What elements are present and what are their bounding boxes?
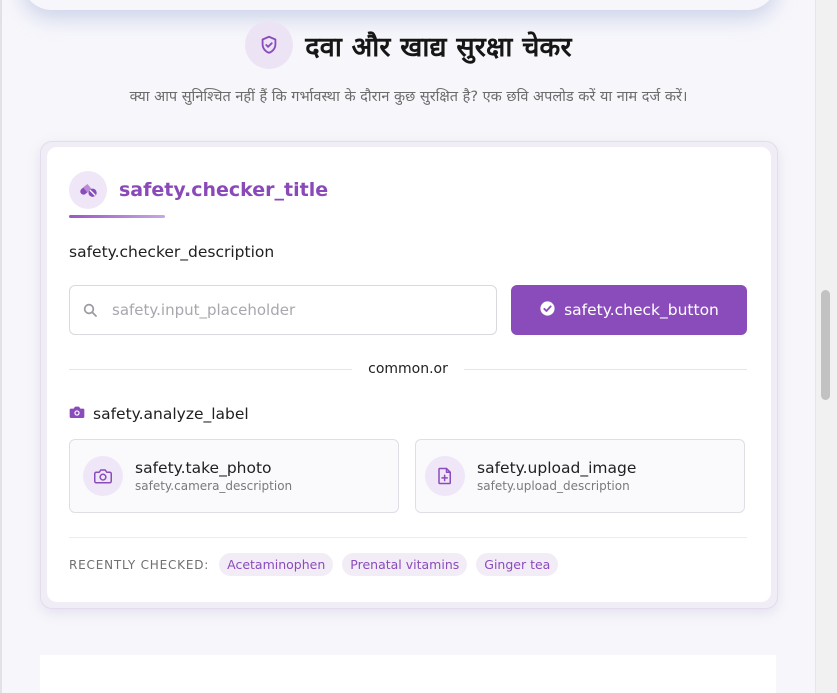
take-photo-description: safety.camera_description [135,479,293,493]
take-photo-title: safety.take_photo [135,459,272,477]
upload-image-description: safety.upload_description [477,479,630,493]
upload-image-text: safety.upload_image safety.upload_descri… [477,458,636,494]
check-button-label: safety.check_button [564,301,719,319]
check-button[interactable]: safety.check_button [511,285,747,335]
take-photo-text: safety.take_photo safety.camera_descript… [135,458,292,494]
page-title: दवा और खाद्य सुरक्षा चेकर [305,31,572,63]
scrollbar[interactable] [816,0,837,693]
recent-chip[interactable]: Prenatal vitamins [342,553,468,576]
divider-line-left [69,368,353,370]
card-header: safety.checker_title [69,171,328,209]
search-field[interactable] [69,285,497,335]
page-viewport: दवा और खाद्य सुरक्षा चेकर क्या आप सुनिश्… [2,0,815,693]
page-subtitle: क्या आप सुनिश्चित नहीं हैं कि गर्भावस्था… [129,89,688,105]
search-input[interactable] [110,300,474,320]
top-header-bar [22,0,777,10]
upload-image-title: safety.upload_image [477,459,637,477]
recent-chip[interactable]: Ginger tea [476,553,559,576]
recently-checked: RECENTLY CHECKED: Acetaminophen Prenatal… [69,553,559,576]
scrollbar-thumb[interactable] [821,290,830,400]
shield-check-icon [245,21,294,69]
camera-icon [83,456,123,496]
page-header: दवा और खाद्य सुरक्षा चेकर [2,20,815,70]
next-section-card [40,655,776,693]
recent-divider [69,537,747,538]
analyze-section-header: safety.analyze_label [69,404,249,423]
recent-chip[interactable]: Acetaminophen [219,553,334,576]
camera-small-icon [69,404,85,423]
safety-checker-card-frame: safety.checker_title safety.checker_desc… [40,141,778,609]
analyze-label: safety.analyze_label [93,404,249,423]
pills-icon [69,171,107,209]
file-plus-icon [425,456,465,496]
search-icon [70,302,110,318]
card-title: safety.checker_title [119,179,329,201]
check-circle-icon [539,300,556,321]
upload-icon-slot [416,456,477,496]
divider-line-right [463,368,747,370]
or-divider: common.or [69,359,747,379]
take-photo-icon-slot [70,456,135,496]
safety-checker-card: safety.checker_title safety.checker_desc… [47,147,771,602]
divider-text: common.or [368,361,448,377]
upload-image-option[interactable]: safety.upload_image safety.upload_descri… [415,439,745,513]
recent-label: RECENTLY CHECKED: [69,557,210,572]
title-underline [69,215,165,218]
take-photo-option[interactable]: safety.take_photo safety.camera_descript… [69,439,399,513]
card-description: safety.checker_description [69,243,275,261]
